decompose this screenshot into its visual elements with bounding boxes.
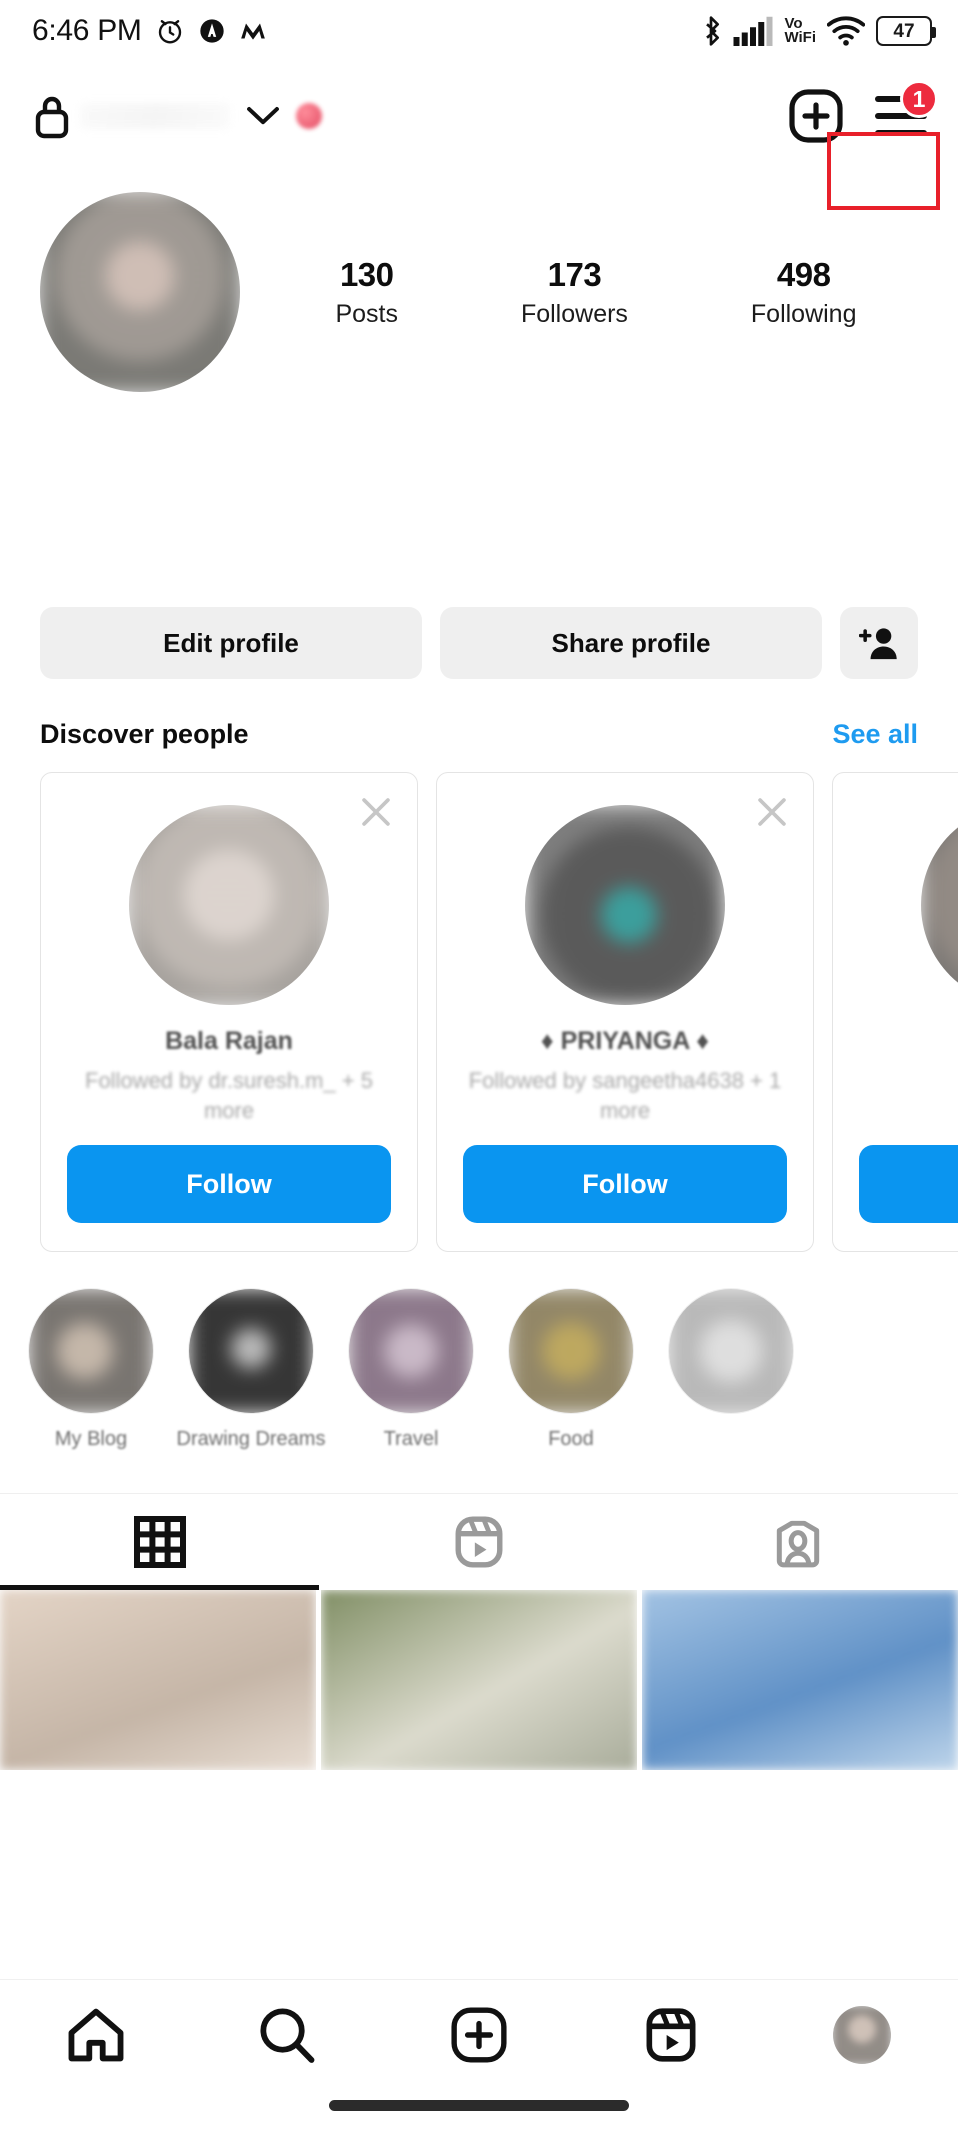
- highlight-label: My Blog: [54, 1428, 128, 1450]
- discover-card-avatar[interactable]: [129, 805, 329, 1005]
- close-icon[interactable]: [359, 795, 393, 829]
- stat-posts[interactable]: 130 Posts: [335, 256, 398, 329]
- highlight-label: Drawing Dreams: [176, 1428, 326, 1450]
- discover-people-button[interactable]: [840, 607, 918, 679]
- post-thumbnail[interactable]: [0, 1590, 316, 1770]
- reels-tab[interactable]: [319, 1494, 638, 1590]
- profile-tabs: [0, 1493, 958, 1590]
- header-right: 1: [788, 80, 938, 144]
- app-header: 1: [0, 62, 958, 210]
- profile-actions: Edit profile Share profile: [0, 392, 958, 679]
- gesture-bar: [329, 2100, 629, 2111]
- profile-avatar-icon: [833, 2006, 892, 2064]
- cellular-signal-icon: [733, 16, 773, 46]
- highlight-label: Food: [548, 1428, 594, 1450]
- discover-card-name: Bala Rajan: [165, 1027, 293, 1055]
- follow-button[interactable]: Follow: [859, 1145, 958, 1223]
- search-icon: [260, 2008, 315, 2063]
- status-bar-right: Vo WiFi 47: [700, 14, 936, 47]
- discover-people-carousel[interactable]: Bala Rajan Followed by dr.suresh.m_ + 5 …: [0, 750, 958, 1252]
- highlight-item[interactable]: Food: [508, 1288, 634, 1451]
- tagged-tab[interactable]: [639, 1494, 958, 1590]
- discover-header: Discover people See all: [0, 679, 958, 750]
- following-label: Following: [750, 299, 857, 328]
- bluetooth-icon: [706, 16, 720, 46]
- discover-card-subtitle: Followed by: [944, 1066, 958, 1096]
- nav-home[interactable]: [0, 2007, 192, 2063]
- note-badge-icon: [296, 103, 322, 129]
- posts-count: 130: [339, 255, 394, 293]
- highlight-cover: [348, 1288, 474, 1414]
- discover-card[interactable]: Durga Followed by Follow: [832, 772, 958, 1252]
- post-thumbnail[interactable]: [642, 1590, 958, 1770]
- stat-followers[interactable]: 173 Followers: [521, 256, 628, 329]
- discover-card-avatar[interactable]: [525, 805, 725, 1005]
- close-icon[interactable]: [755, 795, 789, 829]
- battery-icon: 47: [876, 16, 936, 46]
- nav-profile[interactable]: [766, 2006, 958, 2064]
- grid-icon: [133, 1516, 186, 1568]
- plus-square-icon[interactable]: [788, 88, 844, 144]
- nav-reels[interactable]: [575, 2006, 767, 2064]
- vowifi-icon: Vo WiFi: [784, 14, 816, 46]
- posts-label: Posts: [335, 299, 398, 328]
- status-bar-left: 6:46 PM: [32, 14, 267, 48]
- nav-create[interactable]: [383, 2006, 575, 2064]
- app-m-icon: [240, 23, 265, 40]
- add-person-icon: [859, 628, 897, 660]
- chevron-down-icon[interactable]: [246, 105, 280, 127]
- story-highlights[interactable]: My Blog Drawing Dreams Travel Food: [0, 1252, 958, 1451]
- highlight-item[interactable]: Travel: [348, 1288, 474, 1451]
- discover-title: Discover people: [40, 719, 249, 749]
- post-thumbnail[interactable]: [321, 1590, 637, 1770]
- home-icon: [68, 2008, 124, 2062]
- follow-button[interactable]: Follow: [67, 1145, 391, 1223]
- profile-summary: 130 Posts 173 Followers 498 Following: [0, 170, 958, 392]
- hamburger-menu-button[interactable]: 1: [870, 80, 938, 142]
- highlight-label: Travel: [383, 1428, 439, 1450]
- app-a-icon: [199, 19, 224, 43]
- highlight-cover: [508, 1288, 634, 1414]
- highlight-cover: [188, 1288, 314, 1414]
- highlight-cover: [28, 1288, 154, 1414]
- menu-notification-badge: 1: [900, 80, 938, 118]
- tagged-person-icon: [777, 1520, 820, 1568]
- highlight-item[interactable]: [668, 1288, 794, 1451]
- followers-count: 173: [547, 255, 602, 293]
- highlight-item[interactable]: Drawing Dreams: [177, 1288, 325, 1451]
- profile-stats: 130 Posts 173 Followers 498 Following: [240, 256, 918, 329]
- discover-card-avatar[interactable]: [921, 805, 958, 1005]
- username-dropdown[interactable]: [80, 103, 322, 129]
- username-label: [80, 103, 230, 129]
- profile-avatar[interactable]: [40, 192, 240, 392]
- status-bar: 6:46 PM Vo WiFi 47: [0, 0, 958, 62]
- reels-icon: [455, 1516, 503, 1568]
- highlight-item[interactable]: My Blog: [28, 1288, 154, 1451]
- post-grid: [0, 1590, 958, 1770]
- share-profile-button[interactable]: Share profile: [440, 607, 822, 679]
- discover-card-name: ♦ PRIYANGA ♦: [540, 1027, 710, 1055]
- header-left: [32, 92, 72, 140]
- highlight-cover: [668, 1288, 794, 1414]
- create-icon: [451, 2007, 507, 2063]
- instagram-profile-screen: 6:46 PM Vo WiFi 47 1 130 Posts 173 Follo…: [0, 0, 958, 2129]
- see-all-link[interactable]: See all: [832, 719, 918, 750]
- follow-button[interactable]: Follow: [463, 1145, 787, 1223]
- discover-card[interactable]: Bala Rajan Followed by dr.suresh.m_ + 5 …: [40, 772, 418, 1252]
- wifi-icon: [827, 16, 865, 46]
- stat-following[interactable]: 498 Following: [751, 256, 857, 329]
- grid-tab[interactable]: [0, 1494, 320, 1590]
- edit-profile-button[interactable]: Edit profile: [40, 607, 422, 679]
- discover-card-subtitle: Followed by sangeetha4638 + 1 more: [468, 1068, 782, 1123]
- following-count: 498: [776, 255, 831, 293]
- bottom-navigation: [0, 1979, 958, 2129]
- lock-icon: [35, 96, 69, 139]
- alarm-icon: [158, 20, 181, 44]
- reels-icon: [646, 2008, 696, 2062]
- status-bar-clock: 6:46 PM: [32, 14, 142, 47]
- discover-card-subtitle: Followed by dr.suresh.m_ + 5 more: [85, 1068, 373, 1123]
- discover-card[interactable]: ♦ PRIYANGA ♦ Followed by sangeetha4638 +…: [436, 772, 814, 1252]
- followers-label: Followers: [520, 299, 628, 328]
- nav-search[interactable]: [192, 2006, 384, 2064]
